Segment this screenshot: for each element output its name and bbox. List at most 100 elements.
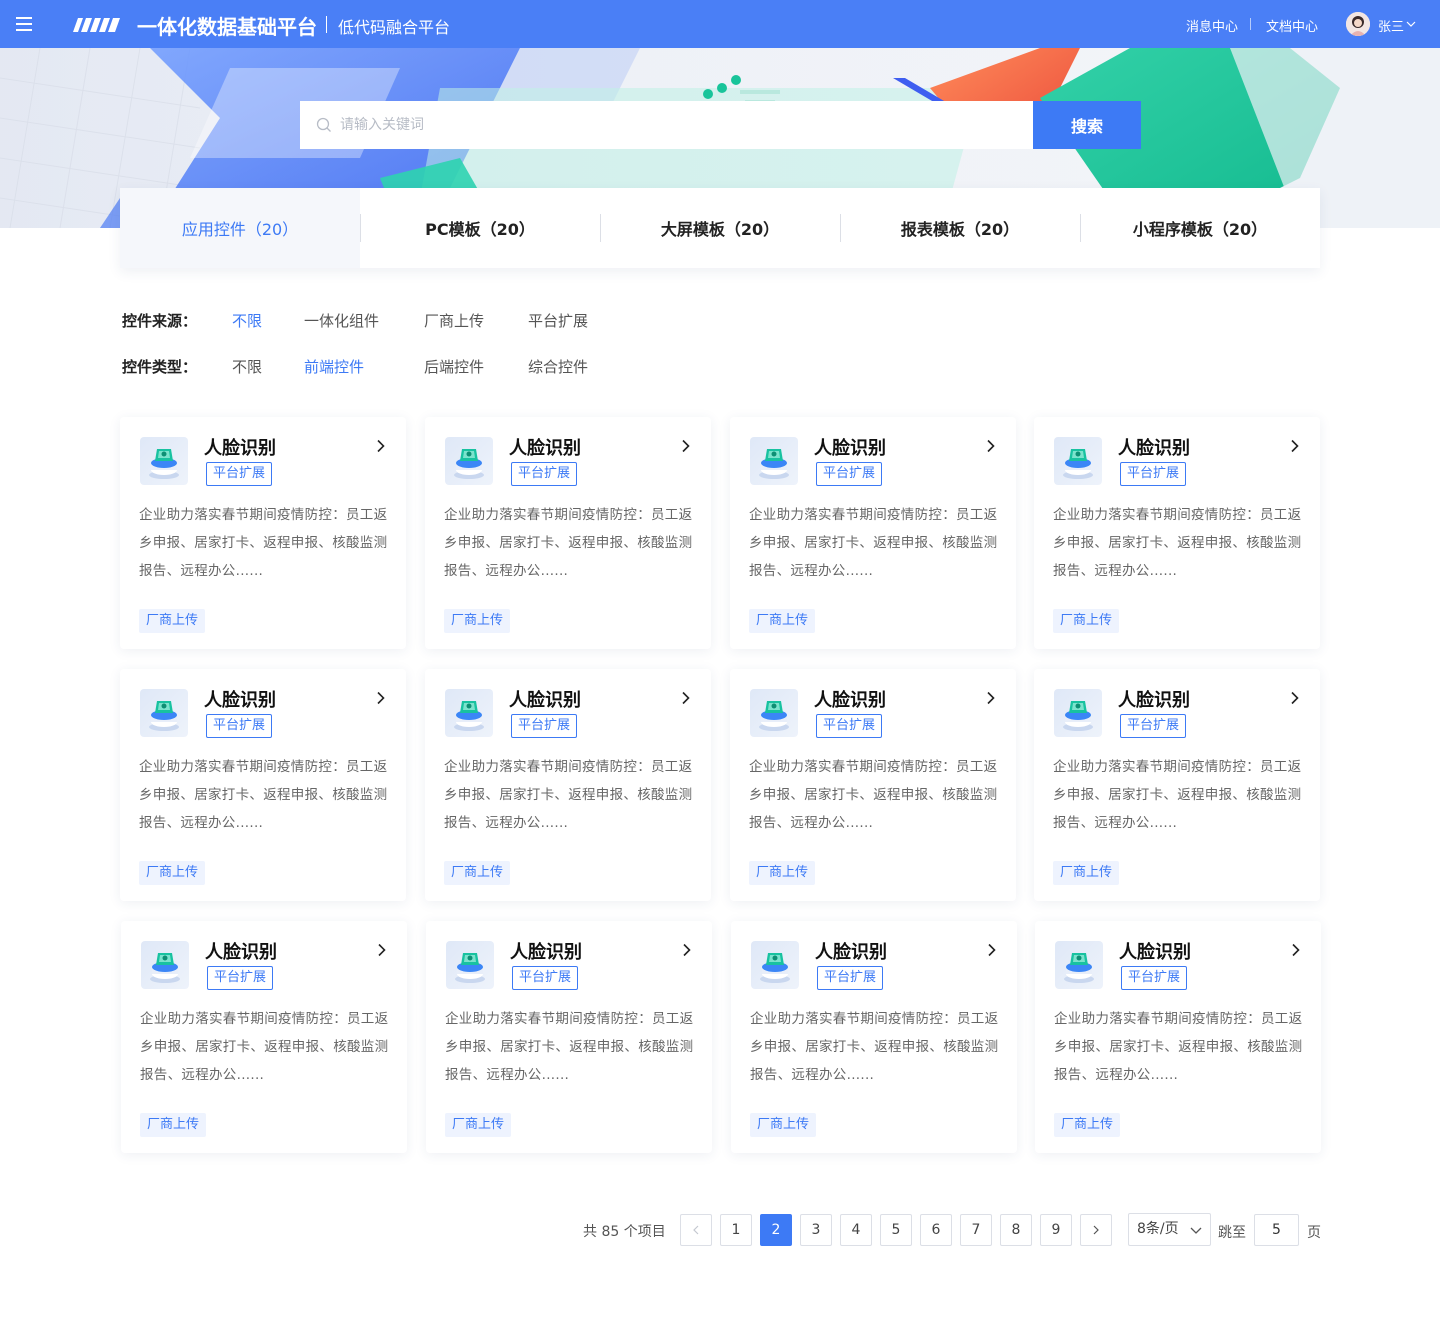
pagination-page[interactable]: 6 [920,1214,952,1246]
card-source-tag: 厂商上传 [444,861,511,885]
tab-label: 小程序模板（20） [1132,220,1268,239]
card-title: 人脸识别 [205,942,277,963]
chevron-right-icon[interactable] [1288,691,1302,705]
control-card[interactable]: 人脸识别 平台扩展 企业助力落实春节期间疫情防控：员工返乡申报、居家打卡、返程申报、… [1034,669,1320,901]
card-title: 人脸识别 [509,690,581,711]
card-title: 人脸识别 [509,438,581,459]
pagination-next-button[interactable] [1080,1214,1112,1246]
control-card[interactable]: 人脸识别 平台扩展 企业助力落实春节期间疫情防控：员工返乡申报、居家打卡、返程申报、… [1035,921,1321,1153]
jump-to-page-input[interactable] [1254,1214,1299,1246]
control-card[interactable]: 人脸识别 平台扩展 企业助力落实春节期间疫情防控：员工返乡申报、居家打卡、返程申报、… [120,417,406,649]
card-description: 企业助力落实春节期间疫情防控：员工返乡申报、居家打卡、返程申报、核酸监测报告、远… [1053,507,1302,579]
tab-label: 应用控件（20） [181,220,299,239]
user-avatar[interactable] [1346,12,1370,36]
control-card[interactable]: 人脸识别 平台扩展 企业助力落实春节期间疫情防控：员工返乡申报、居家打卡、返程申报、… [121,921,407,1153]
platform-logo-icon [73,18,120,32]
tab-report-templates[interactable]: 报表模板（20） [840,188,1080,268]
card-title: 人脸识别 [814,690,886,711]
document-center-link[interactable]: 文档中心 [1266,16,1318,35]
card-category-badge: 平台扩展 [207,966,274,990]
filter-source-any[interactable]: 不限 [232,310,262,331]
pagination-page[interactable]: 8 [1000,1214,1032,1246]
card-title: 人脸识别 [510,942,582,963]
face-recognition-icon [1055,941,1103,989]
chevron-right-icon[interactable] [375,943,389,957]
filter-type-any[interactable]: 不限 [232,356,262,377]
control-card[interactable]: 人脸识别 平台扩展 企业助力落实春节期间疫情防控：员工返乡申报、居家打卡、返程申报、… [425,669,711,901]
chevron-right-icon[interactable] [374,691,388,705]
tab-divider [600,214,601,242]
message-center-link[interactable]: 消息中心 [1186,16,1238,35]
card-description: 企业助力落实春节期间疫情防控：员工返乡申报、居家打卡、返程申报、核酸监测报告、远… [749,759,998,831]
filter-source-label: 控件来源： [122,311,198,330]
pagination-total: 共 85 个项目 [583,1224,666,1240]
chevron-down-icon[interactable] [1405,18,1417,30]
chevron-right-icon[interactable] [680,943,694,957]
chevron-right-icon[interactable] [984,439,998,453]
tab-mini-program-templates[interactable]: 小程序模板（20） [1080,188,1320,268]
jump-to-label: 跳至 [1218,1225,1246,1241]
face-recognition-icon [445,437,493,485]
control-card[interactable]: 人脸识别 平台扩展 企业助力落实春节期间疫情防控：员工返乡申报、居家打卡、返程申报、… [425,417,711,649]
filter-type-composite[interactable]: 综合控件 [528,356,588,377]
pagination-page[interactable]: 1 [720,1214,752,1246]
control-card[interactable]: 人脸识别 平台扩展 企业助力落实春节期间疫情防控：员工返乡申报、居家打卡、返程申报、… [426,921,712,1153]
chevron-right-icon[interactable] [985,943,999,957]
control-card[interactable]: 人脸识别 平台扩展 企业助力落实春节期间疫情防控：员工返乡申报、居家打卡、返程申报、… [120,669,406,901]
pagination-page[interactable]: 5 [880,1214,912,1246]
chevron-right-icon[interactable] [984,691,998,705]
pagination-prev-button[interactable] [680,1214,712,1246]
filter-type-backend[interactable]: 后端控件 [424,356,484,377]
chevron-right-icon[interactable] [1288,439,1302,453]
card-category-badge: 平台扩展 [511,462,578,486]
platform-subbrand: 低代码融合平台 [338,18,451,37]
card-title: 人脸识别 [204,438,276,459]
search-button[interactable]: 搜索 [1033,101,1141,149]
chevron-right-icon[interactable] [374,439,388,453]
search-icon [316,117,331,132]
card-description: 企业助力落实春节期间疫情防控：员工返乡申报、居家打卡、返程申报、核酸监测报告、远… [445,1011,694,1083]
control-card[interactable]: 人脸识别 平台扩展 企业助力落实春节期间疫情防控：员工返乡申报、居家打卡、返程申报、… [730,669,1016,901]
page-size-select[interactable]: 8条/页 [1128,1213,1211,1246]
header-link-divider [1250,18,1251,30]
tab-label: 大屏模板（20） [660,220,780,239]
tab-big-screen-templates[interactable]: 大屏模板（20） [600,188,840,268]
menu-icon[interactable] [16,17,32,31]
control-card[interactable]: 人脸识别 平台扩展 企业助力落实春节期间疫情防控：员工返乡申报、居家打卡、返程申报、… [731,921,1017,1153]
pagination-page[interactable]: 7 [960,1214,992,1246]
filter-source-integrated[interactable]: 一体化组件 [304,310,379,331]
face-recognition-icon [140,689,188,737]
card-source-tag: 厂商上传 [1053,861,1120,885]
card-source-tag: 厂商上传 [1053,609,1120,633]
card-source-tag: 厂商上传 [749,861,816,885]
username-label[interactable]: 张三 [1378,16,1404,35]
pagination-page[interactable]: 9 [1040,1214,1072,1246]
face-recognition-icon [445,689,493,737]
search-input[interactable] [340,101,1020,149]
control-card[interactable]: 人脸识别 平台扩展 企业助力落实春节期间疫情防控：员工返乡申报、居家打卡、返程申报、… [730,417,1016,649]
chevron-right-icon[interactable] [1289,943,1303,957]
chevron-down-icon [1190,1227,1202,1234]
card-description: 企业助力落实春节期间疫情防控：员工返乡申报、居家打卡、返程申报、核酸监测报告、远… [139,759,388,831]
tab-app-controls[interactable]: 应用控件（20） [120,188,360,268]
filter-source-vendor[interactable]: 厂商上传 [424,310,484,331]
card-source-tag: 厂商上传 [139,861,206,885]
chevron-right-icon[interactable] [679,439,693,453]
page-size-value: 8条/页 [1137,1221,1179,1237]
face-recognition-icon [141,941,189,989]
card-category-badge: 平台扩展 [511,714,578,738]
pagination-page[interactable]: 3 [800,1214,832,1246]
control-card[interactable]: 人脸识别 平台扩展 企业助力落实春节期间疫情防控：员工返乡申报、居家打卡、返程申报、… [1034,417,1320,649]
chevron-right-icon[interactable] [679,691,693,705]
face-recognition-icon [750,437,798,485]
tab-pc-templates[interactable]: PC模板（20） [360,188,600,268]
brand-divider [326,16,327,33]
pagination-page-current[interactable]: 2 [760,1214,792,1246]
card-category-badge: 平台扩展 [206,462,273,486]
pagination-page[interactable]: 4 [840,1214,872,1246]
card-source-tag: 厂商上传 [139,609,206,633]
filter-source-platform[interactable]: 平台扩展 [528,310,588,331]
card-title: 人脸识别 [1118,690,1190,711]
card-title: 人脸识别 [815,942,887,963]
filter-type-frontend[interactable]: 前端控件 [304,356,364,377]
